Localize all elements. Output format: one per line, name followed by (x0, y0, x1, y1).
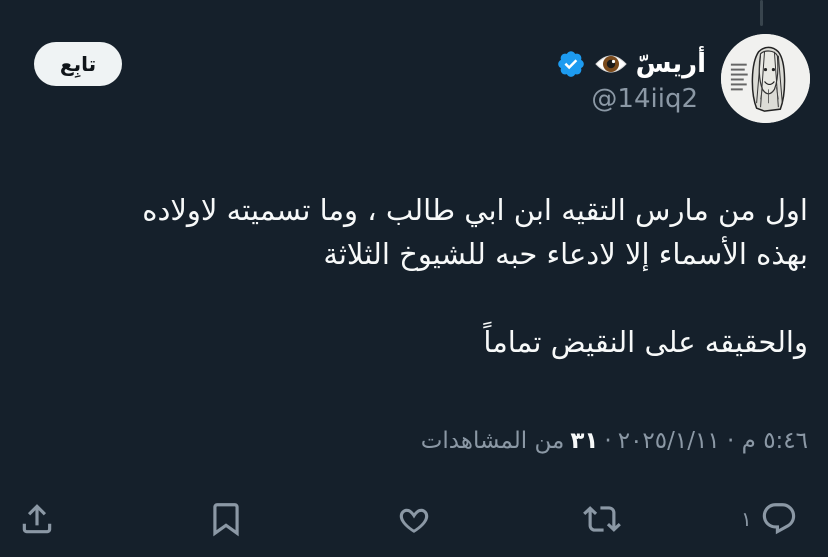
follow-button[interactable]: تابِع (34, 42, 122, 86)
tweet-timestamp[interactable]: ٥:٤٦ م · ٢٠٢٥/١/١١ (618, 428, 808, 454)
retweet-button[interactable] (583, 500, 621, 538)
avatar[interactable] (721, 34, 810, 123)
verified-badge-icon[interactable] (556, 49, 586, 79)
views-count: ٣١ (570, 428, 599, 454)
reply-button[interactable]: ١ (741, 500, 798, 538)
share-icon (22, 504, 52, 534)
reply-count: ١ (741, 507, 752, 531)
display-name[interactable]: أريسّ (636, 49, 706, 79)
bookmark-button[interactable] (207, 500, 245, 538)
tweet-body: اول من مارس التقيه ابن ابي طالب ، وما تس… (18, 188, 808, 364)
share-button[interactable] (18, 500, 56, 538)
eye-emoji-icon (594, 55, 627, 73)
tweet-paragraph-break (18, 276, 808, 320)
tweet-metadata: ٥:٤٦ م · ٢٠٢٥/١/١١ · ٣١ من المشاهدات (421, 428, 808, 454)
like-button[interactable] (395, 500, 433, 538)
retweet-icon (583, 506, 621, 532)
tweet-line-2: بهذه الأسماء إلا لادعاء حبه للشيوخ الثلا… (323, 237, 808, 271)
bookmark-icon (213, 503, 239, 537)
tweet-line-1: اول من مارس التقيه ابن ابي طالب ، وما تس… (142, 193, 808, 227)
reply-icon (762, 503, 795, 535)
thread-connector-line (760, 0, 763, 26)
views-label: من المشاهدات (420, 428, 565, 454)
avatar-image (721, 34, 810, 123)
tweet-line-3: والحقيقه على النقيض تماماً (483, 325, 808, 359)
author-name-row: أريسّ (556, 44, 706, 84)
meta-separator: · (604, 428, 612, 454)
user-handle[interactable]: @14iiq2 (591, 84, 698, 114)
like-icon (399, 508, 429, 533)
tweet-action-bar: ١ (0, 490, 828, 550)
